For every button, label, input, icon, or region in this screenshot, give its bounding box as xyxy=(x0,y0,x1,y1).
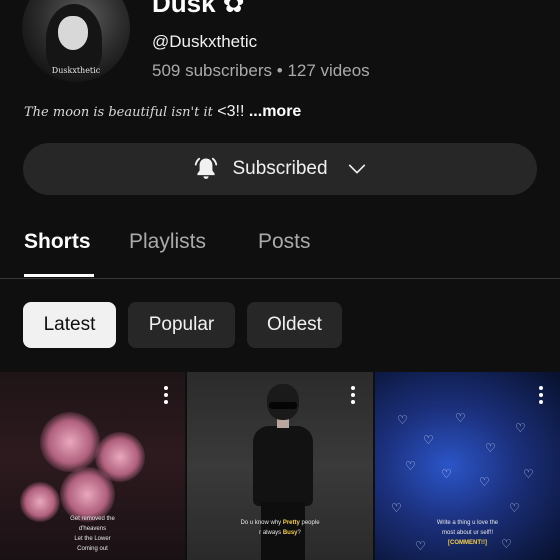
channel-page: Duskxthetic Dusk ✿ @Duskxthetic 509 subs… xyxy=(0,0,560,560)
short-thumbnail-2[interactable]: Do u know why Pretty people r always Bus… xyxy=(187,372,373,560)
heart-icon: ♡ xyxy=(485,441,496,455)
caption-line: Get removed the xyxy=(70,516,115,522)
avatar-text: Duskxthetic xyxy=(51,66,101,75)
chip-latest[interactable]: Latest xyxy=(23,302,116,348)
short-caption-3: Write a thing u love the most about ur s… xyxy=(375,518,560,548)
description-more-link[interactable]: ...more xyxy=(249,103,301,120)
caption-highlight: Pretty xyxy=(282,520,300,526)
caption-text: ? xyxy=(297,530,301,536)
channel-name: Dusk ✿ xyxy=(152,0,245,19)
heart-icon: ♡ xyxy=(391,501,402,515)
subscribed-label: Subscribed xyxy=(232,158,328,179)
channel-description[interactable]: The moon is beautiful isn't it <3!! ...m… xyxy=(24,103,301,121)
channel-handle: @Duskxthetic xyxy=(152,32,258,51)
heart-icon: ♡ xyxy=(405,459,416,473)
caption-highlight: [COMMENT!!] xyxy=(448,540,487,546)
channel-tabs: Shorts Playlists Posts xyxy=(0,226,560,279)
heart-icon: ♡ xyxy=(515,421,526,435)
short-caption-1: Get removed the d'heavens Let the Lower … xyxy=(0,514,185,554)
more-options-icon[interactable] xyxy=(154,386,178,410)
channel-avatar[interactable]: Duskxthetic xyxy=(22,0,130,82)
caption-highlight: Busy xyxy=(282,530,298,536)
caption-text: r always xyxy=(259,530,283,536)
heart-icon: ♡ xyxy=(441,467,452,481)
short-thumbnail-1[interactable]: Get removed the d'heavens Let the Lower … xyxy=(0,372,185,560)
bell-icon xyxy=(195,157,218,179)
channel-name-flourish: ✿ xyxy=(215,0,245,18)
caption-text: people xyxy=(299,520,320,526)
subscriber-count: 509 subscribers xyxy=(152,61,273,80)
heart-icon: ♡ xyxy=(479,475,490,489)
chip-oldest[interactable]: Oldest xyxy=(247,302,342,348)
caption-text: Do u know why xyxy=(240,520,283,526)
video-count: 127 videos xyxy=(287,61,370,80)
description-fancy-text: The moon is beautiful isn't it xyxy=(24,105,213,120)
heart-icon: ♡ xyxy=(423,433,434,447)
flower-graphic xyxy=(40,412,100,472)
tab-shorts[interactable]: Shorts xyxy=(24,230,91,254)
caption-line: Coming out xyxy=(77,546,108,552)
avatar-face xyxy=(58,16,88,50)
short-thumbnail-3[interactable]: ♡ ♡ ♡ ♡ ♡ ♡ ♡ ♡ ♡ ♡ ♡ ♡ ♡ Write a thing … xyxy=(375,372,560,560)
more-options-icon[interactable] xyxy=(529,386,553,410)
heart-icon: ♡ xyxy=(455,411,466,425)
caption-line: most about ur self!! xyxy=(441,530,494,536)
chip-popular[interactable]: Popular xyxy=(128,302,235,348)
stats-separator: • xyxy=(276,61,283,80)
more-options-icon[interactable] xyxy=(341,386,365,410)
tab-posts[interactable]: Posts xyxy=(258,230,311,254)
heart-icon: ♡ xyxy=(397,413,408,427)
tab-playlists[interactable]: Playlists xyxy=(129,230,206,254)
active-tab-indicator xyxy=(24,274,94,277)
caption-line: d'heavens xyxy=(78,526,107,532)
channel-name-text: Dusk xyxy=(152,0,216,18)
caption-line: Let the Lower xyxy=(74,536,111,542)
heart-icon: ♡ xyxy=(523,467,534,481)
subscribed-button[interactable]: Subscribed xyxy=(23,143,537,195)
channel-stats: 509 subscribers • 127 videos xyxy=(152,61,370,81)
short-caption-2: Do u know why Pretty people r always Bus… xyxy=(187,518,373,538)
description-plain-text: <3!! xyxy=(212,103,249,120)
chevron-down-icon xyxy=(348,164,365,174)
caption-line: Write a thing u love the xyxy=(436,520,499,526)
heart-icon: ♡ xyxy=(509,501,520,515)
